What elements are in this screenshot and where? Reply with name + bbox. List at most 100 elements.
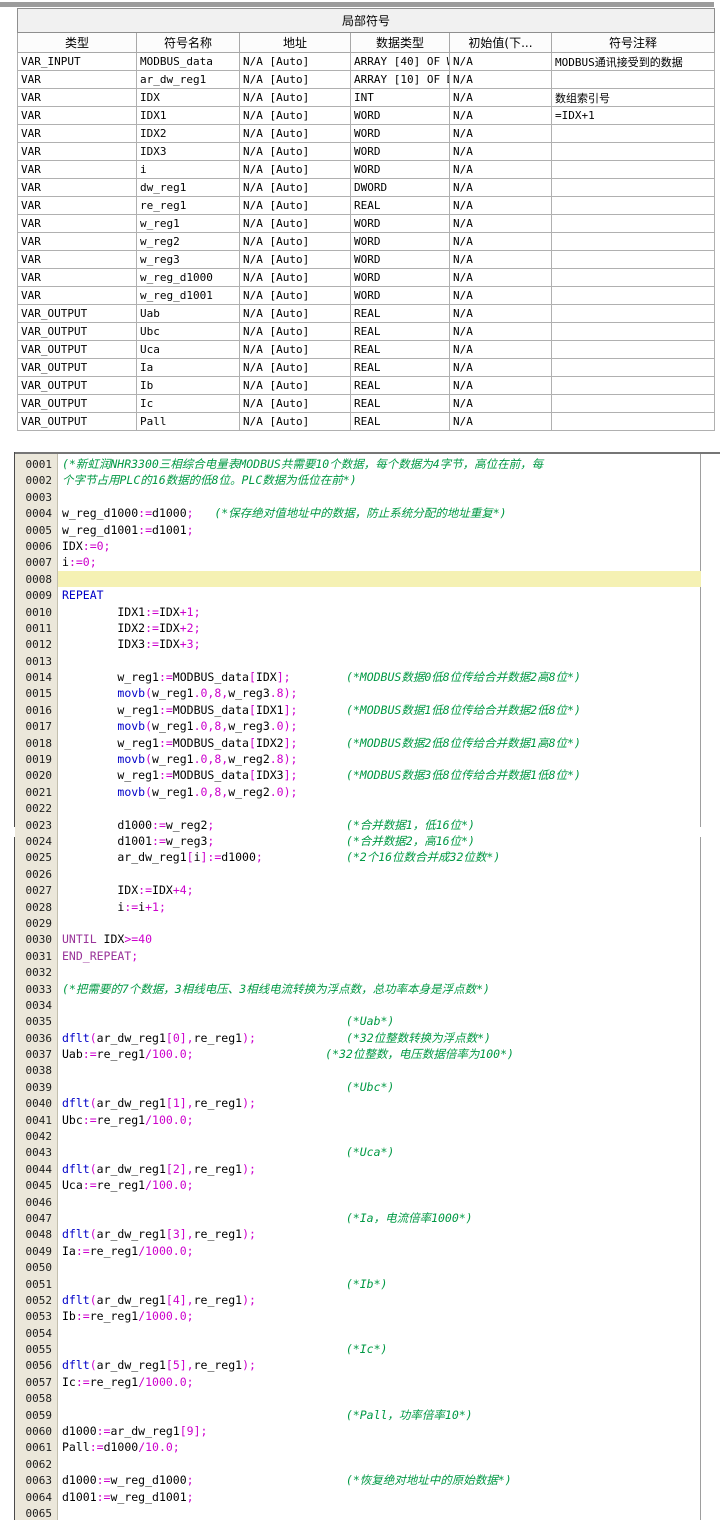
code-line[interactable]: 0021 movb(w_reg1.0,8,w_reg2.0); <box>15 784 720 800</box>
code-text: (*Uab*) <box>58 1013 701 1029</box>
code-line[interactable]: 0024 d1001:=w_reg3; (*合并数据2，高16位*) <box>15 833 720 849</box>
symbol-row[interactable]: VARw_reg_d1000N/A [Auto]WORDN/A <box>18 269 715 287</box>
code-line[interactable]: 0048dflt(ar_dw_reg1[3],re_reg1); <box>15 1226 720 1242</box>
code-line[interactable]: 0029 <box>15 915 720 931</box>
line-number: 0049 <box>15 1244 58 1260</box>
symbol-row[interactable]: VAR_OUTPUTUabN/A [Auto]REALN/A <box>18 305 715 323</box>
code-line[interactable]: 0014 w_reg1:=MODBUS_data[IDX]; (*MODBUS数… <box>15 669 720 685</box>
code-line[interactable]: 0054 <box>15 1325 720 1341</box>
code-line[interactable]: 0036dflt(ar_dw_reg1[0],re_reg1); (*32位整数… <box>15 1030 720 1046</box>
column-header[interactable]: 初始值(下... <box>450 33 552 53</box>
code-line[interactable]: 0025 ar_dw_reg1[i]:=d1000; (*2个16位数合并成32… <box>15 849 720 865</box>
code-line[interactable]: 0050 <box>15 1259 720 1275</box>
code-line[interactable]: 0016 w_reg1:=MODBUS_data[IDX1]; (*MODBUS… <box>15 702 720 718</box>
code-line[interactable]: 0051 (*Ib*) <box>15 1276 720 1292</box>
code-line[interactable]: 0030UNTIL IDX>=40 <box>15 931 720 947</box>
code-line[interactable]: 0047 (*Ia，电流倍率1000*) <box>15 1210 720 1226</box>
code-line[interactable]: 0058 <box>15 1390 720 1406</box>
symbol-cell <box>552 233 715 251</box>
code-line[interactable]: 0009REPEAT <box>15 587 720 603</box>
code-line[interactable]: 0001(*新虹润NHR3300三相综合电量表MODBUS共需要10个数据，每个… <box>15 456 720 472</box>
code-line[interactable]: 0038 <box>15 1062 720 1078</box>
code-line[interactable]: 0011 IDX2:=IDX+2; <box>15 620 720 636</box>
symbol-row[interactable]: VAR_OUTPUTIaN/A [Auto]REALN/A <box>18 359 715 377</box>
code-line[interactable]: 0037Uab:=re_reg1/100.0; (*32位整数，电压数据倍率为1… <box>15 1046 720 1062</box>
code-line[interactable]: 0060d1000:=ar_dw_reg1[9]; <box>15 1423 720 1439</box>
code-line[interactable]: 0043 (*Uca*) <box>15 1144 720 1160</box>
code-line[interactable]: 0028 i:=i+1; <box>15 899 720 915</box>
code-line[interactable]: 0056dflt(ar_dw_reg1[5],re_reg1); <box>15 1357 720 1373</box>
code-line[interactable]: 0006IDX:=0; <box>15 538 720 554</box>
code-line[interactable]: 0053Ib:=re_reg1/1000.0; <box>15 1308 720 1324</box>
symbol-row[interactable]: VAR_OUTPUTUcaN/A [Auto]REALN/A <box>18 341 715 359</box>
symbol-row[interactable]: VARw_reg_d1001N/A [Auto]WORDN/A <box>18 287 715 305</box>
symbol-row[interactable]: VARw_reg3N/A [Auto]WORDN/A <box>18 251 715 269</box>
code-line[interactable]: 0027 IDX:=IDX+4; <box>15 882 720 898</box>
code-line[interactable]: 0004w_reg_d1000:=d1000; (*保存绝对值地址中的数据，防止… <box>15 505 720 521</box>
column-header[interactable]: 符号注释 <box>552 33 715 53</box>
line-number: 0021 <box>15 785 58 801</box>
symbol-row[interactable]: VARIDX3N/A [Auto]WORDN/A <box>18 143 715 161</box>
code-text <box>58 1325 701 1341</box>
code-line[interactable]: 0020 w_reg1:=MODBUS_data[IDX3]; (*MODBUS… <box>15 767 720 783</box>
code-line[interactable]: 0064d1001:=w_reg_d1001; <box>15 1489 720 1505</box>
code-line[interactable]: 0061Pall:=d1000/10.0; <box>15 1439 720 1455</box>
line-number: 0052 <box>15 1293 58 1309</box>
column-header[interactable]: 符号名称 <box>137 33 240 53</box>
code-line[interactable]: 0023 d1000:=w_reg2; (*合并数据1，低16位*) <box>15 817 720 833</box>
code-line[interactable]: 0042 <box>15 1128 720 1144</box>
code-line[interactable]: 0012 IDX3:=IDX+3; <box>15 636 720 652</box>
symbol-row[interactable]: VARIDX2N/A [Auto]WORDN/A <box>18 125 715 143</box>
code-line[interactable]: 0010 IDX1:=IDX+1; <box>15 604 720 620</box>
code-line[interactable]: 0045Uca:=re_reg1/100.0; <box>15 1177 720 1193</box>
symbol-row[interactable]: VARar_dw_reg1N/A [Auto]ARRAY [10] OF DWN… <box>18 71 715 89</box>
symbol-row[interactable]: VAR_OUTPUTUbcN/A [Auto]REALN/A <box>18 323 715 341</box>
symbol-row[interactable]: VARdw_reg1N/A [Auto]DWORDN/A <box>18 179 715 197</box>
code-text: w_reg1:=MODBUS_data[IDX3]; (*MODBUS数据3低8… <box>58 767 701 783</box>
code-line[interactable]: 0003 <box>15 489 720 505</box>
column-header[interactable]: 类型 <box>18 33 137 53</box>
column-header[interactable]: 数据类型 <box>351 33 450 53</box>
code-line[interactable]: 0026 <box>15 866 720 882</box>
symbol-row[interactable]: VAR_OUTPUTIbN/A [Auto]REALN/A <box>18 377 715 395</box>
code-line[interactable]: 0013 <box>15 653 720 669</box>
code-line[interactable]: 0065 <box>15 1505 720 1521</box>
symbol-row[interactable]: VAR_OUTPUTPallN/A [Auto]REALN/A <box>18 413 715 431</box>
column-header[interactable]: 地址 <box>240 33 351 53</box>
code-line[interactable]: 0041Ubc:=re_reg1/100.0; <box>15 1112 720 1128</box>
code-line[interactable]: 0008 <box>15 571 720 587</box>
code-line[interactable]: 0034 <box>15 997 720 1013</box>
symbol-row[interactable]: VAR_OUTPUTIcN/A [Auto]REALN/A <box>18 395 715 413</box>
code-line[interactable]: 0019 movb(w_reg1.0,8,w_reg2.8); <box>15 751 720 767</box>
code-line[interactable]: 0062 <box>15 1456 720 1472</box>
symbol-row[interactable]: VARIDX1N/A [Auto]WORDN/A=IDX+1 <box>18 107 715 125</box>
symbol-row[interactable]: VAR_INPUTMODBUS_dataN/A [Auto]ARRAY [40]… <box>18 53 715 71</box>
symbol-row[interactable]: VARw_reg2N/A [Auto]WORDN/A <box>18 233 715 251</box>
code-line[interactable]: 0032 <box>15 964 720 980</box>
code-line[interactable]: 0044dflt(ar_dw_reg1[2],re_reg1); <box>15 1161 720 1177</box>
code-line[interactable]: 0049Ia:=re_reg1/1000.0; <box>15 1243 720 1259</box>
code-line[interactable]: 0039 (*Ubc*) <box>15 1079 720 1095</box>
code-line[interactable]: 0040dflt(ar_dw_reg1[1],re_reg1); <box>15 1095 720 1111</box>
code-line[interactable]: 0007i:=0; <box>15 554 720 570</box>
symbol-row[interactable]: VARw_reg1N/A [Auto]WORDN/A <box>18 215 715 233</box>
code-line[interactable]: 0059 (*Pall，功率倍率10*) <box>15 1407 720 1423</box>
code-line[interactable]: 0031END_REPEAT; <box>15 948 720 964</box>
code-line[interactable]: 0017 movb(w_reg1.0,8,w_reg3.0); <box>15 718 720 734</box>
code-line[interactable]: 0035 (*Uab*) <box>15 1013 720 1029</box>
symbol-row[interactable]: VARiN/A [Auto]WORDN/A <box>18 161 715 179</box>
code-line[interactable]: 0018 w_reg1:=MODBUS_data[IDX2]; (*MODBUS… <box>15 735 720 751</box>
code-editor[interactable]: 0001(*新虹润NHR3300三相综合电量表MODBUS共需要10个数据，每个… <box>14 452 720 1520</box>
code-line[interactable]: 0033(*把需要的7个数据，3相线电压、3相线电流转换为浮点数，总功率本身是浮… <box>15 981 720 997</box>
code-line[interactable]: 0046 <box>15 1194 720 1210</box>
symbol-row[interactable]: VARIDXN/A [Auto]INTN/A数组索引号 <box>18 89 715 107</box>
code-line[interactable]: 0063d1000:=w_reg_d1000; (*恢复绝对地址中的原始数据*) <box>15 1472 720 1488</box>
code-line[interactable]: 0052dflt(ar_dw_reg1[4],re_reg1); <box>15 1292 720 1308</box>
symbol-row[interactable]: VARre_reg1N/A [Auto]REALN/A <box>18 197 715 215</box>
code-line[interactable]: 0055 (*Ic*) <box>15 1341 720 1357</box>
code-line[interactable]: 0015 movb(w_reg1.0,8,w_reg3.8); <box>15 685 720 701</box>
code-line[interactable]: 0057Ic:=re_reg1/1000.0; <box>15 1374 720 1390</box>
code-line[interactable]: 0002个字节占用PLC的16数据的低8位。PLC数据为低位在前*) <box>15 472 720 488</box>
code-line[interactable]: 0022 <box>15 800 720 816</box>
code-line[interactable]: 0005w_reg_d1001:=d1001; <box>15 522 720 538</box>
